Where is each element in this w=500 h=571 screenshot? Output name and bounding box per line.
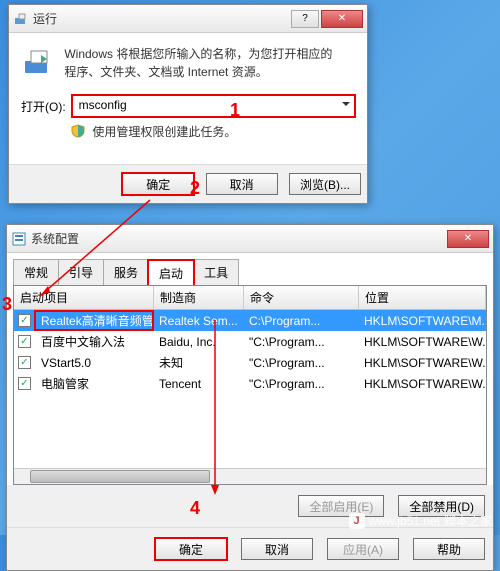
cell-mfr: 未知	[153, 353, 243, 372]
cell-cmd: "C:\Program...	[243, 376, 358, 392]
run-icon	[13, 11, 29, 27]
scroll-thumb[interactable]	[30, 470, 210, 483]
tab-general[interactable]: 常规	[13, 259, 59, 285]
admin-notice-row: 使用管理权限创建此任务。	[71, 123, 355, 140]
help-button[interactable]: ?	[291, 10, 319, 28]
msconfig-button-row: 确定 取消 应用(A) 帮助	[7, 527, 493, 570]
msconfig-title: 系统配置	[31, 230, 445, 247]
cell-cmd: "C:\Program...	[243, 355, 358, 371]
tab-services[interactable]: 服务	[103, 259, 149, 285]
checkbox[interactable]: ✓	[18, 335, 31, 348]
cell-loc: HKLM\SOFTWARE\W...	[358, 376, 486, 392]
table-row[interactable]: ✓ 百度中文输入法Baidu, Inc."C:\Program...HKLM\SO…	[14, 331, 486, 352]
tab-tools[interactable]: 工具	[193, 259, 239, 285]
run-button-row: 确定 取消 浏览(B)...	[9, 164, 367, 203]
table-row[interactable]: ✓ Realtek高清晰音频管理器Realtek Sem...C:\Program…	[14, 310, 486, 331]
shield-icon	[71, 124, 85, 138]
cell-loc: HKLM\SOFTWARE\W...	[358, 334, 486, 350]
run-titlebar[interactable]: 运行 ? ✕	[9, 5, 367, 33]
watermark-logo: J	[349, 513, 365, 529]
cell-item: Realtek高清晰音频管理器	[35, 311, 153, 330]
msconfig-help-button[interactable]: 帮助	[413, 538, 485, 560]
cell-mfr: Tencent	[153, 376, 243, 392]
checkbox[interactable]: ✓	[18, 314, 31, 327]
cell-item: 电脑管家	[35, 374, 153, 393]
msconfig-cancel-button[interactable]: 取消	[241, 538, 313, 560]
watermark-url: www.jb51.net	[369, 514, 440, 528]
msconfig-apply-button[interactable]: 应用(A)	[327, 538, 399, 560]
cell-loc: HKLM\SOFTWARE\M...	[358, 313, 486, 329]
cell-item: 百度中文输入法	[35, 332, 153, 351]
checkbox[interactable]: ✓	[18, 356, 31, 369]
run-body: Windows 将根据您所输入的名称，为您打开相应的程序、文件夹、文档或 Int…	[9, 33, 367, 164]
ok-button[interactable]: 确定	[122, 173, 194, 195]
horizontal-scrollbar[interactable]	[14, 468, 486, 484]
cell-cmd: C:\Program...	[243, 313, 358, 329]
close-button[interactable]: ✕	[321, 10, 363, 28]
col-mfr[interactable]: 制造商	[154, 286, 244, 309]
startup-rows: ✓ Realtek高清晰音频管理器Realtek Sem...C:\Program…	[14, 310, 486, 394]
col-cmd[interactable]: 命令	[244, 286, 359, 309]
msconfig-titlebar[interactable]: 系统配置 ✕	[7, 225, 493, 253]
open-combobox[interactable]: msconfig	[72, 95, 355, 117]
watermark: J www.jb51.net 脚本之家	[349, 512, 492, 529]
msconfig-close-button[interactable]: ✕	[447, 230, 489, 248]
checkbox[interactable]: ✓	[18, 377, 31, 390]
run-title: 运行	[33, 10, 289, 27]
col-item[interactable]: 启动项目	[14, 286, 154, 309]
cell-loc: HKLM\SOFTWARE\W...	[358, 355, 486, 371]
startup-list: 启动项目 制造商 命令 位置 ✓ Realtek高清晰音频管理器Realtek S…	[13, 285, 487, 485]
cell-cmd: "C:\Program...	[243, 334, 358, 350]
browse-button[interactable]: 浏览(B)...	[289, 173, 361, 195]
run-dialog: 运行 ? ✕ Windows 将根据您所输入的名称，为您打开相应的程序、文件夹、…	[8, 4, 368, 204]
table-row[interactable]: ✓ VStart5.0未知"C:\Program...HKLM\SOFTWARE\…	[14, 352, 486, 373]
table-row[interactable]: ✓ 电脑管家Tencent"C:\Program...HKLM\SOFTWARE\…	[14, 373, 486, 394]
msconfig-tabs: 常规 引导 服务 启动 工具	[7, 253, 493, 285]
run-app-icon	[21, 45, 53, 77]
run-description: Windows 将根据您所输入的名称，为您打开相应的程序、文件夹、文档或 Int…	[64, 45, 334, 81]
tab-startup[interactable]: 启动	[148, 260, 194, 286]
cancel-button[interactable]: 取消	[206, 173, 278, 195]
open-value: msconfig	[79, 98, 127, 112]
admin-notice: 使用管理权限创建此任务。	[92, 125, 236, 139]
tab-boot[interactable]: 引导	[58, 259, 104, 285]
cell-mfr: Baidu, Inc.	[153, 334, 243, 350]
watermark-site: 脚本之家	[444, 512, 492, 529]
cell-mfr: Realtek Sem...	[153, 313, 243, 329]
msconfig-icon	[11, 231, 27, 247]
col-loc[interactable]: 位置	[359, 286, 486, 309]
msconfig-ok-button[interactable]: 确定	[155, 538, 227, 560]
open-field-row: 打开(O): msconfig	[21, 95, 355, 117]
open-label: 打开(O):	[21, 98, 66, 115]
chevron-down-icon[interactable]	[342, 102, 350, 110]
cell-item: VStart5.0	[35, 355, 153, 371]
column-headers: 启动项目 制造商 命令 位置	[14, 286, 486, 310]
